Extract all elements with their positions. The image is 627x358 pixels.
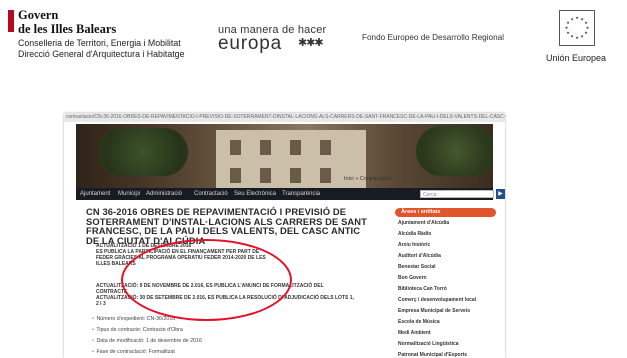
svg-text:★: ★ xyxy=(566,30,570,35)
svg-text:★: ★ xyxy=(584,30,588,35)
site-nav: Ajuntament Municipi Administració Contra… xyxy=(76,188,505,200)
tree-left xyxy=(98,128,188,176)
side-item[interactable]: Medi Ambient xyxy=(398,330,498,336)
govern-name: Govern de les Illes Balears xyxy=(18,8,116,36)
europa-word: europa xyxy=(218,33,282,54)
meta-data: • Data de modificació: 1 de desembre de … xyxy=(92,338,202,344)
breadcrumb-home[interactable]: Inici xyxy=(344,176,354,182)
fondo-label: Fondo Europeo de Desarrollo Regional xyxy=(362,33,505,42)
side-item[interactable]: Alcúdia Ràdio xyxy=(398,231,498,237)
meta-fase-text: Fase de contractació: Formalitzat xyxy=(96,349,175,355)
url-bar: contractacio/CN-36-2016-OBRES-DE-REPAVIM… xyxy=(64,113,505,122)
bullet-icon: • xyxy=(92,349,94,355)
side-item[interactable]: Benestar Social xyxy=(398,264,498,270)
govern-subtitle: Conselleria de Territori, Energia i Mobi… xyxy=(18,38,184,60)
meta-fase: • Fase de contractació: Formalitzat xyxy=(92,349,175,355)
govern-sub-line2: Direcció General d'Arquitectura i Habita… xyxy=(18,49,185,59)
nav-administracio[interactable]: Administració xyxy=(146,188,182,200)
side-item[interactable]: Biblioteca Can Torró xyxy=(398,286,498,292)
svg-text:★: ★ xyxy=(575,15,579,20)
side-item[interactable]: Comerç i desenvolupament local xyxy=(398,297,498,303)
svg-text:★: ★ xyxy=(580,34,584,39)
breadcrumb: Inici » Contractació xyxy=(344,176,391,182)
meta-tipus-text: Tipus de contracte: Contracte d'Obra xyxy=(96,327,183,333)
europa-stars-icon: ✱✱✱ xyxy=(298,37,324,49)
meta-data-text: Data de modificació: 1 de desembre de 20… xyxy=(96,338,202,344)
govern-sub-line1: Conselleria de Territori, Energia i Mobi… xyxy=(18,38,181,48)
nav-ajuntament[interactable]: Ajuntament xyxy=(80,188,110,200)
side-item[interactable]: Escola de Música xyxy=(398,319,498,325)
page-title: CN 36-2016 OBRES DE REPAVIMENTACIÓ I PRE… xyxy=(86,206,367,246)
side-item[interactable]: Bon Govern xyxy=(398,275,498,281)
side-item[interactable]: Empresa Municipal de Serveis xyxy=(398,308,498,314)
building xyxy=(216,130,366,194)
eu-stars-ring-icon: ★ ★★ ★★★ ★★★ ★★★ xyxy=(565,15,590,40)
govern-name-line2: de les Illes Balears xyxy=(18,22,117,36)
breadcrumb-current[interactable]: Contractació xyxy=(360,176,391,182)
meta-tipus: • Tipus de contracte: Contracte d'Obra xyxy=(92,327,183,333)
svg-text:★: ★ xyxy=(570,17,574,22)
nav-seu-electronica[interactable]: Seu Electrònica xyxy=(234,188,276,200)
breadcrumb-separator: » xyxy=(355,176,359,182)
bullet-icon: • xyxy=(92,327,94,333)
window xyxy=(230,168,241,183)
nav-municipi[interactable]: Municipi xyxy=(118,188,140,200)
svg-text:★: ★ xyxy=(570,34,574,39)
website-screenshot: contractacio/CN-36-2016-OBRES-DE-REPAVIM… xyxy=(64,113,505,358)
window xyxy=(230,140,241,155)
side-item[interactable]: Ajuntament d'Alcúdia xyxy=(398,220,498,226)
window xyxy=(290,140,301,155)
window xyxy=(260,140,271,155)
meta-expedient-text: Número d'expedient: CN-36/2016 xyxy=(96,316,176,322)
window xyxy=(320,140,331,155)
eu-label: Unión Europea xyxy=(546,53,607,63)
window xyxy=(260,168,271,183)
highlight-ellipse xyxy=(121,239,292,321)
svg-text:★: ★ xyxy=(575,35,579,40)
nav-contractacio[interactable]: Contractació xyxy=(194,188,228,200)
bullet-icon: • xyxy=(92,316,94,322)
side-item[interactable]: Normalització Lingüística xyxy=(398,341,498,347)
search-arrow-icon[interactable]: ▶ xyxy=(496,189,505,199)
window xyxy=(290,168,301,183)
bullet-icon: • xyxy=(92,338,94,344)
search-input[interactable]: Cerca: xyxy=(420,190,494,198)
side-item[interactable]: Arxiu històric xyxy=(398,242,498,248)
nav-transparencia[interactable]: Transparència xyxy=(282,188,320,200)
svg-text:★: ★ xyxy=(565,25,569,30)
side-item[interactable]: Auditori d'Alcúdia xyxy=(398,253,498,259)
eu-flag-icon: ★ ★ ★ ★ ★ ★ ★ ★ ★ ★ ★ ★ xyxy=(559,10,595,46)
meta-expedient: • Número d'expedient: CN-36/2016 xyxy=(92,316,175,322)
govern-name-line1: Govern xyxy=(18,8,59,22)
window xyxy=(320,168,331,183)
tree-right xyxy=(416,126,493,176)
side-menu-header: Àrees i entitats xyxy=(395,208,496,217)
side-item[interactable]: Patronat Municipal d'Esports xyxy=(398,352,498,358)
govern-logo-mark xyxy=(8,10,14,32)
